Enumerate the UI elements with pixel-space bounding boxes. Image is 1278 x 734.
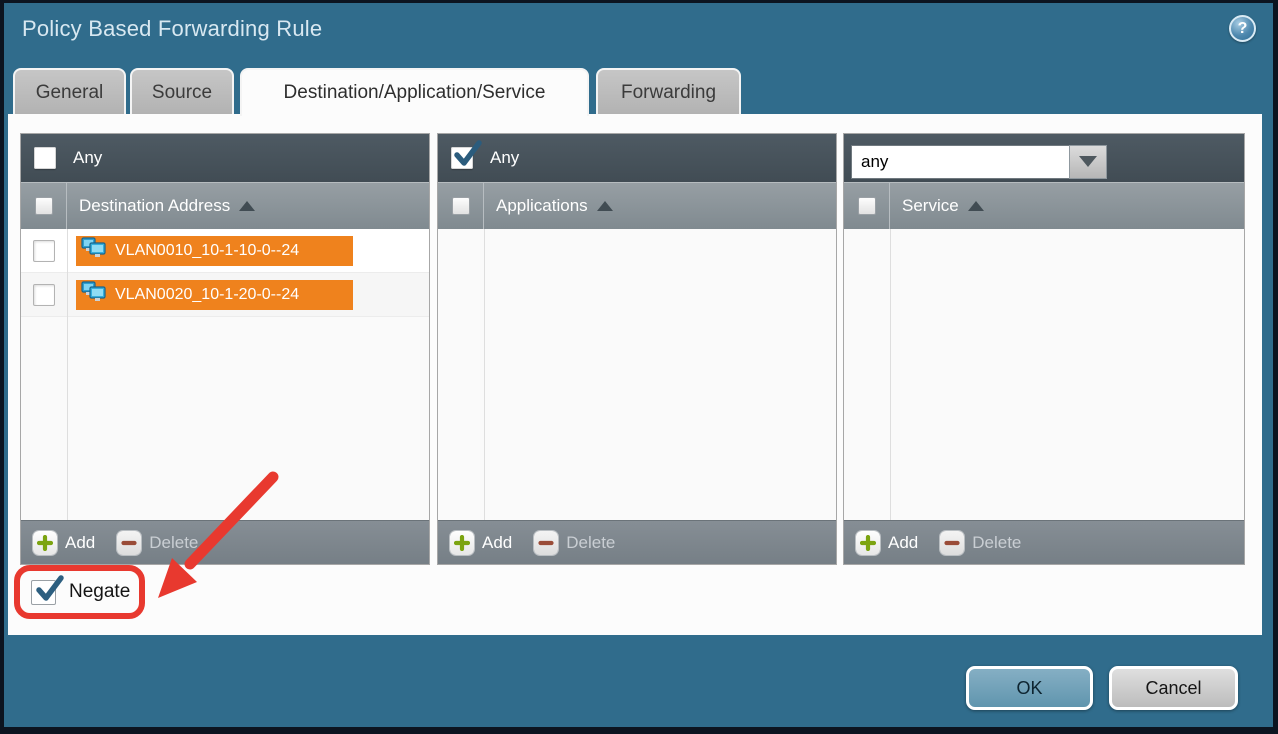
applications-column-sort[interactable]: Applications (484, 196, 613, 216)
sort-ascending-icon (239, 201, 255, 211)
sort-ascending-icon (597, 201, 613, 211)
service-dropdown-header: any (844, 134, 1244, 182)
delete-button[interactable]: Delete (149, 533, 198, 553)
add-icon[interactable] (856, 531, 880, 555)
service-dropdown-button[interactable] (1069, 145, 1107, 179)
negate-checkbox[interactable] (31, 580, 56, 605)
service-footer: Add Delete (844, 520, 1244, 564)
address-badge[interactable]: VLAN0010_10-1-10-0--24 (76, 236, 353, 266)
service-dropdown: any (851, 145, 1107, 179)
destination-any-header: Any (21, 134, 429, 182)
delete-icon[interactable] (117, 531, 141, 555)
gutter-divider (484, 229, 485, 520)
tab-forwarding[interactable]: Forwarding (596, 68, 741, 115)
applications-column-header: Applications (438, 182, 836, 229)
add-icon[interactable] (450, 531, 474, 555)
negate-label: Negate (69, 581, 130, 603)
ok-button[interactable]: OK (966, 666, 1093, 710)
address-row[interactable]: VLAN0020_10-1-20-0--24 (21, 273, 429, 317)
add-button[interactable]: Add (482, 533, 512, 553)
service-list (844, 229, 1244, 520)
address-row-checkbox[interactable] (33, 284, 55, 306)
applications-list (438, 229, 836, 520)
destination-column-sort[interactable]: Destination Address (67, 196, 255, 216)
help-icon[interactable]: ? (1229, 15, 1256, 42)
gutter-divider (67, 229, 68, 520)
negate-highlight-annotation: Negate (14, 565, 145, 619)
applications-any-label: Any (490, 148, 519, 168)
tab-destination-application-service[interactable]: Destination/Application/Service (240, 68, 589, 116)
service-dropdown-value[interactable]: any (851, 145, 1069, 179)
destination-any-checkbox[interactable] (34, 147, 56, 169)
address-name: VLAN0010_10-1-10-0--24 (115, 242, 299, 260)
delete-button[interactable]: Delete (972, 533, 1021, 553)
service-column-sort[interactable]: Service (890, 196, 984, 216)
address-badge[interactable]: VLAN0020_10-1-20-0--24 (76, 280, 353, 310)
applications-panel: Any Applications Add Delete (437, 133, 837, 565)
applications-select-all-checkbox[interactable] (452, 197, 470, 215)
applications-column-label: Applications (496, 196, 588, 216)
applications-any-header: Any (438, 134, 836, 182)
service-column-header: Service (844, 182, 1244, 229)
chevron-down-icon (1079, 156, 1097, 167)
delete-button[interactable]: Delete (566, 533, 615, 553)
destination-column-label: Destination Address (79, 196, 230, 216)
network-address-icon (81, 281, 107, 308)
address-row[interactable]: VLAN0010_10-1-10-0--24 (21, 229, 429, 273)
service-panel: any Service Add Delete (843, 133, 1245, 565)
destination-list: VLAN0010_10-1-10-0--24 (21, 229, 429, 520)
destination-address-panel: Any Destination Address (20, 133, 430, 565)
tab-source[interactable]: Source (130, 68, 234, 115)
checkmark-icon (33, 574, 65, 609)
applications-any-checkbox[interactable] (451, 147, 473, 169)
add-button[interactable]: Add (888, 533, 918, 553)
tab-general[interactable]: General (13, 68, 126, 115)
gutter-divider (890, 229, 891, 520)
address-row-checkbox[interactable] (33, 240, 55, 262)
address-name: VLAN0020_10-1-20-0--24 (115, 286, 299, 304)
cancel-button[interactable]: Cancel (1109, 666, 1238, 710)
add-icon[interactable] (33, 531, 57, 555)
service-select-all-checkbox[interactable] (858, 197, 876, 215)
delete-icon[interactable] (534, 531, 558, 555)
destination-select-all-checkbox[interactable] (35, 197, 53, 215)
applications-footer: Add Delete (438, 520, 836, 564)
checkmark-icon (452, 140, 484, 175)
add-button[interactable]: Add (65, 533, 95, 553)
tab-content-area: Any Destination Address (8, 114, 1262, 635)
destination-footer: Add Delete (21, 520, 429, 564)
sort-ascending-icon (968, 201, 984, 211)
delete-icon[interactable] (940, 531, 964, 555)
destination-column-header: Destination Address (21, 182, 429, 229)
dialog-title: Policy Based Forwarding Rule (22, 16, 322, 42)
network-address-icon (81, 237, 107, 264)
destination-any-label: Any (73, 148, 102, 168)
service-column-label: Service (902, 196, 959, 216)
